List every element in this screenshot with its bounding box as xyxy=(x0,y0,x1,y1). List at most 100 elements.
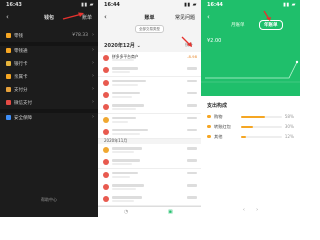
list-item[interactable] xyxy=(98,181,201,194)
category-label: 转账红包 xyxy=(214,124,231,129)
wallet-item[interactable]: 支付分 › xyxy=(0,84,98,95)
blurred-amount xyxy=(187,91,197,95)
merchant-icon xyxy=(103,171,109,178)
blurred-text xyxy=(112,83,138,86)
chevron-right-icon: › xyxy=(92,73,94,79)
wallet-item-icon xyxy=(6,74,11,79)
nav-bar: ‹ › xyxy=(201,207,300,215)
list-item[interactable] xyxy=(98,113,201,127)
red-arrow-icon xyxy=(263,10,271,21)
blurred-text xyxy=(112,67,138,70)
wallet-item-icon xyxy=(6,115,11,120)
wallet-item[interactable]: 零钱 ¥78.33 › xyxy=(0,30,98,41)
category-row[interactable]: 其他 12% xyxy=(207,132,294,141)
bill-panel: 16:44 ▮▮ ▰ ‹ 账单 常见问题 全部交易类型 2020年12月 ⌄ 统… xyxy=(98,0,201,217)
tab-wallet[interactable]: ◔ xyxy=(124,209,128,215)
tab-monthly-bill[interactable]: 月账单 xyxy=(231,22,245,28)
list-item[interactable] xyxy=(98,76,201,90)
list-item[interactable] xyxy=(98,144,201,158)
blurred-amount xyxy=(187,67,197,70)
blurred-text xyxy=(112,159,140,162)
category-icon xyxy=(207,134,211,138)
status-bar: 16:43 ▮▮ ▰ xyxy=(4,2,94,10)
category-bar xyxy=(241,135,282,138)
wallet-item[interactable]: 安全保障 › xyxy=(0,112,98,123)
blurred-text xyxy=(112,188,136,190)
list-item[interactable] xyxy=(98,193,201,207)
category-bar-fill xyxy=(241,125,254,128)
category-label: 购物 xyxy=(214,114,223,119)
wallet-item-label: 微信支付 xyxy=(14,101,32,106)
list-item[interactable] xyxy=(98,101,201,115)
merchant-icon xyxy=(103,196,109,203)
wallet-item-label: 零钱通 xyxy=(14,49,28,54)
status-time: 16:44 xyxy=(207,2,223,8)
chevron-right-icon: › xyxy=(92,60,94,66)
red-arrow-icon xyxy=(181,36,192,47)
blurred-text xyxy=(112,79,146,83)
category-row[interactable]: 购物 58% xyxy=(207,112,294,121)
list-item[interactable] xyxy=(98,88,201,102)
chevron-right-icon: › xyxy=(92,47,94,53)
blurred-text xyxy=(112,108,136,111)
merchant-icon xyxy=(103,159,109,166)
chevron-right-icon: › xyxy=(92,32,94,38)
merchant-icon xyxy=(103,79,109,86)
help-center-link[interactable]: 帮助中心 xyxy=(0,197,98,203)
blurred-text xyxy=(112,95,132,98)
blurred-amount xyxy=(187,116,197,119)
list-item[interactable]: 拼多多平台商户 -8.98 xyxy=(98,52,201,65)
blurred-date xyxy=(112,59,134,61)
wallet-item-icon xyxy=(6,100,11,105)
blurred-amount xyxy=(187,128,197,132)
blurred-text xyxy=(112,163,132,166)
wallet-item[interactable]: 零钱通 › xyxy=(0,45,98,56)
merchant-icon xyxy=(103,91,109,98)
blurred-text xyxy=(112,196,142,199)
chevron-right-icon: › xyxy=(92,99,94,105)
merchant-icon xyxy=(103,128,109,135)
stats-header: 16:44 ▮▮ ▰ ‹ 月账单 年账单 ¥2.00 xyxy=(201,0,300,96)
total-amount: ¥2.00 xyxy=(207,38,222,44)
blurred-amount xyxy=(187,171,197,175)
wallet-item[interactable]: 银行卡 › xyxy=(0,58,98,69)
back-icon[interactable]: ‹ xyxy=(207,13,210,21)
month-selector[interactable]: 2020年12月 ⌄ xyxy=(104,42,141,49)
signal-icon: ▮▮ ▰ xyxy=(81,2,94,8)
tab-bill[interactable]: ▣ xyxy=(168,209,173,215)
signal-icon: ▮▮ ▰ xyxy=(184,2,197,8)
wallet-item[interactable]: 亲属卡 › xyxy=(0,71,98,82)
wallet-item-icon xyxy=(6,48,11,53)
list-item[interactable] xyxy=(98,168,201,182)
back-nav-icon[interactable]: ‹ xyxy=(243,207,245,213)
status-bar: 16:44 ▮▮ ▰ xyxy=(102,2,197,10)
wallet-item-icon xyxy=(6,33,11,38)
blurred-text xyxy=(112,128,148,132)
list-item[interactable] xyxy=(98,156,201,170)
category-row[interactable]: 转账红包 30% xyxy=(207,122,294,131)
blurred-text xyxy=(112,200,134,203)
faq-link[interactable]: 常见问题 xyxy=(175,14,195,21)
section-title: 支出构成 xyxy=(207,103,228,109)
type-filter[interactable]: 全部交易类型 xyxy=(98,25,201,33)
blurred-amount xyxy=(187,184,197,187)
list-item[interactable] xyxy=(98,125,201,139)
blurred-text xyxy=(112,184,144,187)
blurred-text xyxy=(112,71,130,74)
wallet-item[interactable]: 微信支付 › xyxy=(0,97,98,108)
blurred-text xyxy=(112,91,140,95)
status-bar: 16:44 ▮▮ ▰ xyxy=(205,2,296,10)
list-item[interactable] xyxy=(98,64,201,78)
blurred-text xyxy=(112,104,144,107)
category-percent: 30% xyxy=(284,124,294,129)
wallet-item-value: ¥78.33 xyxy=(72,33,88,38)
forward-nav-icon[interactable]: › xyxy=(256,207,258,213)
blurred-amount xyxy=(187,79,197,83)
blurred-text xyxy=(112,151,134,154)
category-label: 其他 xyxy=(214,134,223,139)
merchant-icon xyxy=(103,55,109,61)
wallet-item-icon xyxy=(6,61,11,66)
wallet-item-label: 支付分 xyxy=(14,88,28,93)
blurred-text xyxy=(112,175,130,178)
status-time: 16:43 xyxy=(6,2,22,8)
